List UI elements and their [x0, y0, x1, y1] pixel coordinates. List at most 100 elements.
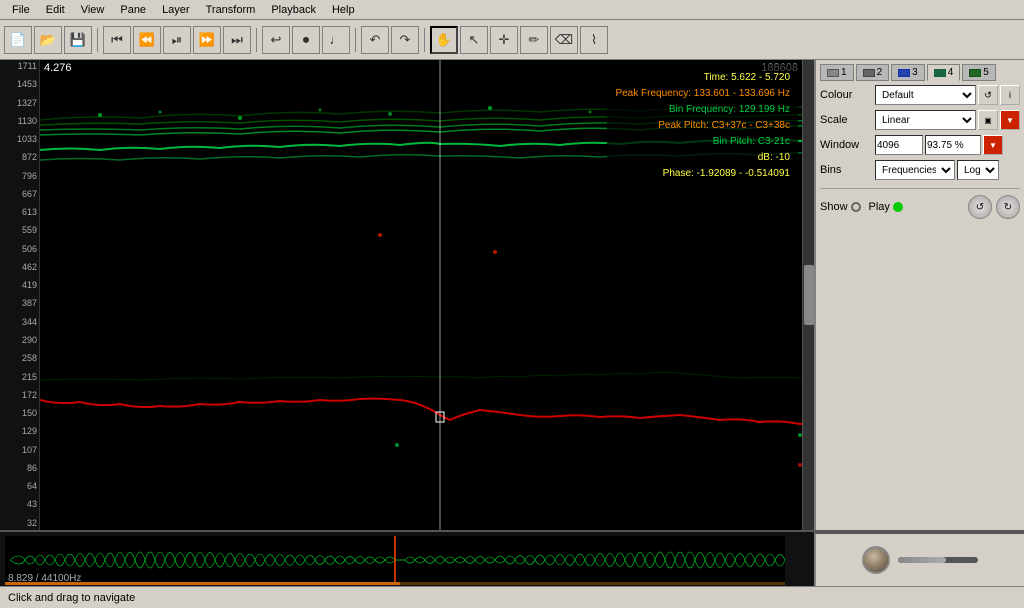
colour-select[interactable]: Default Sunset Banded — [875, 85, 976, 105]
panel-tab-5[interactable]: 5 — [962, 64, 996, 81]
main-area: 1711 1453 1327 1130 1033 872 796 667 613… — [0, 60, 1024, 530]
scale-label: Scale — [820, 114, 875, 126]
new-button[interactable]: 📄 — [4, 26, 32, 54]
spectrogram-scrollbar[interactable] — [802, 60, 814, 530]
bottom-section: 8.829 / 44100Hz — [0, 530, 1024, 586]
window-pct-input[interactable] — [925, 135, 981, 155]
show-play-row: Show Play ↺ ↻ — [820, 188, 1020, 219]
volume-knob[interactable] — [862, 546, 890, 574]
select-tool-button[interactable]: ✋ — [430, 26, 458, 54]
record-button[interactable]: ⏺ — [292, 26, 320, 54]
rewind-button[interactable]: ⏪ — [133, 26, 161, 54]
y-label: 796 — [2, 172, 37, 181]
right-panel: 1 2 3 4 5 Colour Default — [814, 60, 1024, 530]
undo-button[interactable]: ↶ — [361, 26, 389, 54]
tab-label-5: 5 — [983, 67, 989, 78]
y-label: 1453 — [2, 80, 37, 89]
spectrogram-container[interactable]: 1711 1453 1327 1130 1033 872 796 667 613… — [0, 60, 814, 530]
waveform-area[interactable]: 8.829 / 44100Hz — [0, 532, 814, 586]
y-axis: 1711 1453 1327 1130 1033 872 796 667 613… — [0, 60, 40, 530]
colour-info-button[interactable]: i — [1000, 85, 1020, 105]
measure-tool-button[interactable]: ⌇ — [580, 26, 608, 54]
play-label: Play — [869, 201, 890, 213]
info-db: dB: -10 — [615, 150, 790, 166]
show-label: Show — [820, 201, 848, 213]
panel-tabs: 1 2 3 4 5 — [820, 64, 1020, 81]
y-label: 559 — [2, 226, 37, 235]
bins-label: Bins — [820, 164, 875, 176]
toolbar-sep-1 — [97, 28, 98, 52]
loop-button[interactable]: ↩ — [262, 26, 290, 54]
y-label: 1033 — [2, 135, 37, 144]
redo-button[interactable]: ↷ — [391, 26, 419, 54]
scale-select[interactable]: Linear Log Mel — [875, 110, 976, 130]
rotate-right-button[interactable]: ↻ — [996, 195, 1020, 219]
play-dot-on[interactable] — [893, 202, 903, 212]
info-peak-pitch: Peak Pitch: C3+37c - C3+38c — [615, 118, 790, 134]
info-phase: Phase: -1.92089 - -0.514091 — [615, 166, 790, 182]
colour-reset-button[interactable]: ↺ — [978, 85, 998, 105]
y-label: 215 — [2, 373, 37, 382]
scale-row: Scale Linear Log Mel ▣ ▼ — [820, 110, 1020, 130]
panel-tab-2[interactable]: 2 — [856, 64, 890, 81]
menu-layer[interactable]: Layer — [154, 2, 198, 18]
y-label: 462 — [2, 263, 37, 272]
menu-view[interactable]: View — [73, 2, 113, 18]
menu-file[interactable]: File — [4, 2, 38, 18]
draw-tool-button[interactable]: ✏ — [520, 26, 548, 54]
bins-type-select[interactable]: Frequencies Bins — [875, 160, 955, 180]
y-label: 1130 — [2, 117, 37, 126]
volume-slider[interactable] — [898, 557, 978, 563]
panel-tab-3[interactable]: 3 — [891, 64, 925, 81]
volume-slider-container — [898, 557, 978, 563]
menu-playback[interactable]: Playback — [263, 2, 324, 18]
rewind-start-button[interactable]: ⏮ — [103, 26, 131, 54]
save-button[interactable]: 💾 — [64, 26, 92, 54]
scrollbar-thumb[interactable] — [804, 265, 814, 325]
menu-edit[interactable]: Edit — [38, 2, 73, 18]
y-label: 506 — [2, 245, 37, 254]
y-label: 64 — [2, 482, 37, 491]
tab-icon-5 — [969, 69, 981, 77]
rotate-left-button[interactable]: ↺ — [968, 195, 992, 219]
move-tool-button[interactable]: ✛ — [490, 26, 518, 54]
window-label: Window — [820, 139, 875, 151]
y-label: 43 — [2, 500, 37, 509]
toolbar-sep-2 — [256, 28, 257, 52]
info-bin-pitch: Bin Pitch: C3-21c — [615, 134, 790, 150]
panel-tab-1[interactable]: 1 — [820, 64, 854, 81]
status-bar: Click and drag to navigate — [0, 586, 1024, 608]
scale-btn2[interactable]: ▼ — [1000, 110, 1020, 130]
spectrogram-view[interactable]: 4.276 188608 Time: 5.622 - 5.720 Peak Fr… — [40, 60, 802, 530]
y-label: 419 — [2, 281, 37, 290]
window-input[interactable] — [875, 135, 923, 155]
fast-forward-button[interactable]: ⏩ — [193, 26, 221, 54]
tab-icon-2 — [863, 69, 875, 77]
waveform-canvas — [0, 532, 814, 586]
y-label: 290 — [2, 336, 37, 345]
forward-end-button[interactable]: ⏭ — [223, 26, 251, 54]
status-text: Click and drag to navigate — [8, 592, 135, 604]
menu-transform[interactable]: Transform — [198, 2, 264, 18]
panel-tab-4[interactable]: 4 — [927, 64, 961, 81]
scale-btn1[interactable]: ▣ — [978, 110, 998, 130]
metronome-button[interactable]: ♩ — [322, 26, 350, 54]
info-overlay: Time: 5.622 - 5.720 Peak Frequency: 133.… — [607, 64, 798, 188]
window-info-button[interactable]: ▼ — [983, 135, 1003, 155]
info-time: Time: 5.622 - 5.720 — [615, 70, 790, 86]
open-button[interactable]: 📂 — [34, 26, 62, 54]
colour-label: Colour — [820, 89, 875, 101]
position-display: 8.829 / 44100Hz — [8, 573, 81, 584]
y-label: 172 — [2, 391, 37, 400]
tab-label-1: 1 — [841, 67, 847, 78]
cursor-tool-button[interactable]: ↖ — [460, 26, 488, 54]
tab-label-3: 3 — [912, 67, 918, 78]
erase-tool-button[interactable]: ⌫ — [550, 26, 578, 54]
play-group: Play — [869, 201, 903, 213]
bins-scale-select[interactable]: Log Linear — [957, 160, 999, 180]
show-radio-off[interactable] — [851, 202, 861, 212]
menu-pane[interactable]: Pane — [112, 2, 154, 18]
y-label: 387 — [2, 299, 37, 308]
menu-help[interactable]: Help — [324, 2, 363, 18]
play-pause-button[interactable]: ⏯ — [163, 26, 191, 54]
